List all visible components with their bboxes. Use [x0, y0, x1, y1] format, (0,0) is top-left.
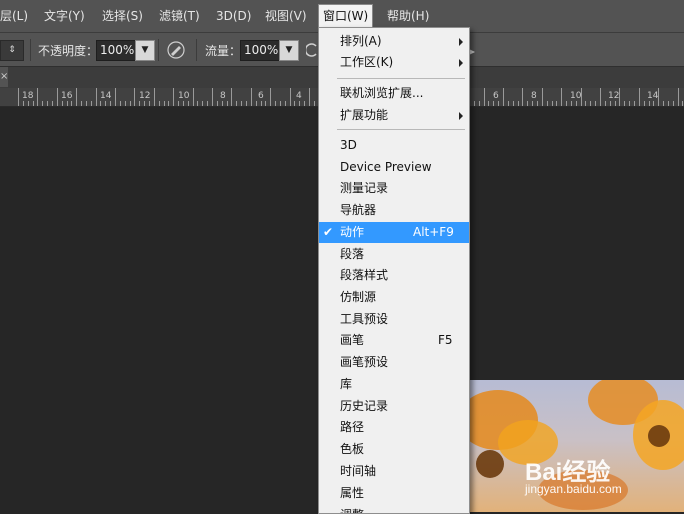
menu-item-label: 路径 — [340, 420, 365, 434]
menu-item-measurement-log[interactable]: 测量记录 — [319, 178, 469, 199]
window-menu-dropdown: 排列(A) 工作区(K) 联机浏览扩展... 扩展功能 3D Device Pr… — [318, 27, 470, 514]
menu-type[interactable]: 文字(Y) — [40, 5, 89, 27]
menu-item-3d[interactable]: 3D — [319, 135, 469, 156]
ruler-label: 12 — [139, 91, 151, 101]
menu-item-label: 色板 — [340, 442, 365, 456]
menu-item-label: 排列(A) — [340, 34, 382, 48]
menu-item-extensions[interactable]: 扩展功能 — [319, 105, 469, 126]
options-divider — [30, 39, 31, 61]
menu-item-browse-extensions[interactable]: 联机浏览扩展... — [319, 83, 469, 104]
menu-help[interactable]: 帮助(H) — [383, 5, 433, 27]
menu-item-label: 导航器 — [340, 203, 377, 217]
checkmark-icon: ✔ — [323, 225, 334, 239]
options-divider — [158, 39, 159, 61]
pressure-icon[interactable] — [304, 43, 318, 57]
ruler-label: 18 — [22, 91, 34, 101]
menu-item-timeline[interactable]: 时间轴 — [319, 461, 469, 482]
flower-center — [648, 425, 670, 447]
menu-item-label: 工作区(K) — [340, 55, 394, 69]
menu-item-tool-presets[interactable]: 工具预设 — [319, 309, 469, 330]
menu-item-clone-source[interactable]: 仿制源 — [319, 287, 469, 308]
baidu-watermark: Bai经验 jingyan.baidu.com — [525, 448, 684, 508]
menu-item-paragraph-styles[interactable]: 段落样式 — [319, 265, 469, 286]
ruler-label: 14 — [647, 91, 659, 101]
ruler-label: 8 — [531, 91, 537, 101]
document-tab-close-icon[interactable]: × — [0, 67, 8, 87]
menu-layer[interactable]: 层(L) — [0, 5, 32, 27]
options-divider — [196, 39, 197, 61]
menu-item-label: 仿制源 — [340, 290, 377, 304]
menu-item-swatches[interactable]: 色板 — [319, 439, 469, 460]
flow-input[interactable]: 100% — [240, 40, 280, 61]
menu-window[interactable]: 窗口(W) — [318, 4, 374, 29]
menu-filter[interactable]: 滤镜(T) — [155, 5, 204, 27]
menu-item-label: 动作 — [340, 225, 365, 239]
ruler-label: 6 — [493, 91, 499, 101]
menu-item-label: Device Preview — [340, 160, 432, 174]
watermark-url: jingyan.baidu.com — [525, 482, 622, 496]
menu-item-label: 画笔 — [340, 333, 365, 347]
menu-item-label: 联机浏览扩展... — [340, 86, 424, 100]
menu-item-label: 库 — [340, 377, 353, 391]
menu-item-actions[interactable]: ✔ 动作 Alt+F9 — [319, 222, 469, 243]
menu-separator — [337, 129, 465, 130]
airbrush-icon[interactable] — [166, 40, 186, 60]
menu-item-brush-presets[interactable]: 画笔预设 — [319, 352, 469, 373]
menu-item-label: 扩展功能 — [340, 108, 389, 122]
menu-3d[interactable]: 3D(D) — [212, 5, 255, 27]
menu-item-history[interactable]: 历史记录 — [319, 396, 469, 417]
menu-item-shortcut: Alt+F9 — [413, 225, 454, 239]
menu-item-label: 段落 — [340, 247, 365, 261]
submenu-arrow-icon — [459, 59, 463, 67]
ruler-label: 10 — [570, 91, 582, 101]
menu-item-label: 工具预设 — [340, 312, 389, 326]
menu-item-workspace[interactable]: 工作区(K) — [319, 52, 469, 73]
submenu-arrow-icon — [459, 112, 463, 120]
menu-item-label: 属性 — [340, 486, 365, 500]
opacity-dropdown-arrow-icon[interactable]: ▼ — [135, 40, 155, 61]
menu-item-paragraph[interactable]: 段落 — [319, 244, 469, 265]
ruler-label: 12 — [608, 91, 620, 101]
menu-item-adjustments[interactable]: 调整 — [319, 505, 469, 513]
flow-label: 流量： — [205, 44, 242, 58]
ruler-label: 6 — [258, 91, 264, 101]
ruler-label: 14 — [100, 91, 112, 101]
menu-item-label: 测量记录 — [340, 181, 389, 195]
flower-center — [476, 450, 504, 478]
menu-item-libraries[interactable]: 库 — [319, 374, 469, 395]
menu-item-navigator[interactable]: 导航器 — [319, 200, 469, 221]
menu-item-label: 画笔预设 — [340, 355, 389, 369]
opacity-label: 不透明度： — [38, 44, 99, 58]
menu-item-device-preview[interactable]: Device Preview — [319, 157, 469, 178]
menu-item-arrange[interactable]: 排列(A) — [319, 31, 469, 52]
menu-item-paths[interactable]: 路径 — [319, 417, 469, 438]
ruler-label: 4 — [296, 91, 302, 101]
menu-item-brush[interactable]: 画笔 F5 — [319, 330, 469, 351]
ruler-label: 16 — [61, 91, 73, 101]
menu-item-label: 时间轴 — [340, 464, 377, 478]
ruler-label: 10 — [178, 91, 190, 101]
menu-view[interactable]: 视图(V) — [261, 5, 311, 27]
menu-item-label: 调整 — [340, 505, 364, 513]
submenu-arrow-icon — [459, 38, 463, 46]
menu-select[interactable]: 选择(S) — [98, 5, 147, 27]
ruler-label: 8 — [220, 91, 226, 101]
menu-item-label: 段落样式 — [340, 268, 389, 282]
menu-item-label: 3D — [340, 138, 357, 152]
stepper-arrows-icon[interactable]: ⇕ — [0, 40, 24, 61]
menu-item-label: 历史记录 — [340, 399, 389, 413]
menu-item-properties[interactable]: 属性 — [319, 483, 469, 504]
flow-dropdown-arrow-icon[interactable]: ▼ — [279, 40, 299, 61]
menu-separator — [337, 78, 465, 79]
opacity-input[interactable]: 100% — [96, 40, 136, 61]
menu-item-shortcut: F5 — [438, 333, 453, 347]
